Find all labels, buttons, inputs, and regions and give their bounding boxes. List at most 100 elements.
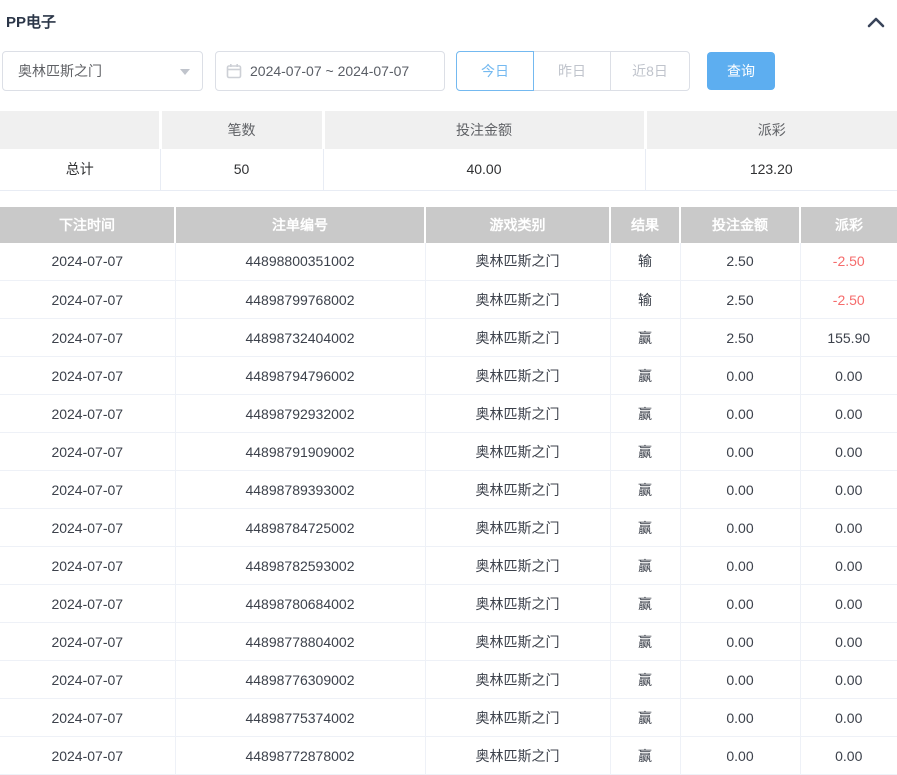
cell-order-no: 44898776309002	[175, 661, 425, 699]
cell-payout: -2.50	[800, 281, 897, 319]
header-order-no: 注单编号	[175, 207, 425, 243]
calendar-icon	[226, 63, 242, 79]
collapse-button[interactable]	[867, 16, 885, 28]
cell-order-no: 44898772878002	[175, 737, 425, 775]
cell-payout: 0.00	[800, 395, 897, 433]
cell-order-no: 44898778804002	[175, 623, 425, 661]
cell-bet-amount: 0.00	[680, 433, 800, 471]
summary-total-count: 50	[160, 149, 323, 190]
cell-bet-amount: 2.50	[680, 319, 800, 357]
cell-bet-time: 2024-07-07	[0, 661, 175, 699]
cell-result: 赢	[610, 395, 680, 433]
cell-payout: 0.00	[800, 737, 897, 775]
cell-bet-time: 2024-07-07	[0, 585, 175, 623]
table-row: 2024-07-0744898799768002奥林匹斯之门输2.50-2.50	[0, 281, 897, 319]
table-row: 2024-07-0744898789393002奥林匹斯之门赢0.000.00	[0, 471, 897, 509]
cell-bet-amount: 0.00	[680, 661, 800, 699]
cell-payout: 0.00	[800, 547, 897, 585]
cell-bet-time: 2024-07-07	[0, 699, 175, 737]
table-row: 2024-07-0744898780684002奥林匹斯之门赢0.000.00	[0, 585, 897, 623]
cell-bet-amount: 0.00	[680, 699, 800, 737]
summary-header-payout: 派彩	[645, 111, 897, 149]
cell-game-category: 奥林匹斯之门	[425, 319, 610, 357]
cell-order-no: 44898800351002	[175, 243, 425, 281]
cell-payout: 0.00	[800, 357, 897, 395]
cell-game-category: 奥林匹斯之门	[425, 699, 610, 737]
cell-game-category: 奥林匹斯之门	[425, 661, 610, 699]
cell-order-no: 44898791909002	[175, 433, 425, 471]
header-bet-time: 下注时间	[0, 207, 175, 243]
cell-payout: 0.00	[800, 661, 897, 699]
game-select-value: 奥林匹斯之门	[18, 61, 102, 81]
caret-down-icon	[180, 69, 190, 75]
cell-bet-amount: 2.50	[680, 243, 800, 281]
summary-header-row: 笔数 投注金额 派彩	[0, 111, 897, 149]
cell-result: 输	[610, 243, 680, 281]
summary-total-payout: 123.20	[645, 149, 897, 190]
cell-order-no: 44898794796002	[175, 357, 425, 395]
summary-total-row: 总计 50 40.00 123.20	[0, 149, 897, 190]
cell-game-category: 奥林匹斯之门	[425, 281, 610, 319]
cell-result: 输	[610, 281, 680, 319]
cell-order-no: 44898784725002	[175, 509, 425, 547]
records-header-row: 下注时间 注单编号 游戏类别 结果 投注金额 派彩	[0, 207, 897, 243]
cell-result: 赢	[610, 623, 680, 661]
cell-bet-amount: 0.00	[680, 395, 800, 433]
summary-header-blank	[0, 111, 160, 149]
chevron-up-icon	[867, 16, 885, 28]
panel-title: PP电子	[6, 11, 56, 32]
table-row: 2024-07-0744898782593002奥林匹斯之门赢0.000.00	[0, 547, 897, 585]
records-table: 下注时间 注单编号 游戏类别 结果 投注金额 派彩 2024-07-074489…	[0, 207, 897, 775]
cell-bet-time: 2024-07-07	[0, 281, 175, 319]
cell-game-category: 奥林匹斯之门	[425, 509, 610, 547]
cell-payout: 0.00	[800, 623, 897, 661]
cell-order-no: 44898780684002	[175, 585, 425, 623]
cell-payout: 0.00	[800, 509, 897, 547]
header-result: 结果	[610, 207, 680, 243]
cell-result: 赢	[610, 699, 680, 737]
cell-game-category: 奥林匹斯之门	[425, 357, 610, 395]
table-row: 2024-07-0744898784725002奥林匹斯之门赢0.000.00	[0, 509, 897, 547]
quick-button-last8days[interactable]: 近8日	[610, 51, 690, 91]
summary-header-count: 笔数	[160, 111, 323, 149]
table-row: 2024-07-0744898776309002奥林匹斯之门赢0.000.00	[0, 661, 897, 699]
table-row: 2024-07-0744898800351002奥林匹斯之门输2.50-2.50	[0, 243, 897, 281]
cell-bet-time: 2024-07-07	[0, 319, 175, 357]
cell-bet-time: 2024-07-07	[0, 471, 175, 509]
date-range-value: 2024-07-07 ~ 2024-07-07	[250, 63, 409, 79]
cell-bet-time: 2024-07-07	[0, 737, 175, 775]
summary-total-label: 总计	[0, 149, 160, 190]
cell-payout: 0.00	[800, 585, 897, 623]
cell-bet-time: 2024-07-07	[0, 395, 175, 433]
records-table-body: 2024-07-0744898800351002奥林匹斯之门输2.50-2.50…	[0, 243, 897, 775]
cell-game-category: 奥林匹斯之门	[425, 623, 610, 661]
game-select[interactable]: 奥林匹斯之门	[2, 51, 203, 91]
cell-order-no: 44898789393002	[175, 471, 425, 509]
cell-bet-time: 2024-07-07	[0, 243, 175, 281]
table-row: 2024-07-0744898772878002奥林匹斯之门赢0.000.00	[0, 737, 897, 775]
cell-bet-amount: 0.00	[680, 585, 800, 623]
header-payout: 派彩	[800, 207, 897, 243]
cell-bet-amount: 0.00	[680, 509, 800, 547]
date-range-input[interactable]: 2024-07-07 ~ 2024-07-07	[215, 51, 445, 91]
cell-game-category: 奥林匹斯之门	[425, 737, 610, 775]
cell-bet-time: 2024-07-07	[0, 509, 175, 547]
quick-button-yesterday[interactable]: 昨日	[533, 51, 611, 91]
cell-order-no: 44898782593002	[175, 547, 425, 585]
table-row: 2024-07-0744898792932002奥林匹斯之门赢0.000.00	[0, 395, 897, 433]
cell-bet-time: 2024-07-07	[0, 357, 175, 395]
cell-order-no: 44898792932002	[175, 395, 425, 433]
cell-result: 赢	[610, 319, 680, 357]
cell-bet-amount: 0.00	[680, 357, 800, 395]
search-button[interactable]: 查询	[707, 52, 775, 90]
pp-electronic-panel: PP电子 奥林匹斯之门 2024-07-07 ~ 2	[0, 0, 897, 775]
cell-payout: 0.00	[800, 471, 897, 509]
cell-bet-time: 2024-07-07	[0, 623, 175, 661]
quick-button-today[interactable]: 今日	[456, 51, 534, 91]
cell-payout: 0.00	[800, 433, 897, 471]
cell-game-category: 奥林匹斯之门	[425, 243, 610, 281]
cell-order-no: 44898775374002	[175, 699, 425, 737]
cell-game-category: 奥林匹斯之门	[425, 585, 610, 623]
table-row: 2024-07-0744898732404002奥林匹斯之门赢2.50155.9…	[0, 319, 897, 357]
table-row: 2024-07-0744898775374002奥林匹斯之门赢0.000.00	[0, 699, 897, 737]
